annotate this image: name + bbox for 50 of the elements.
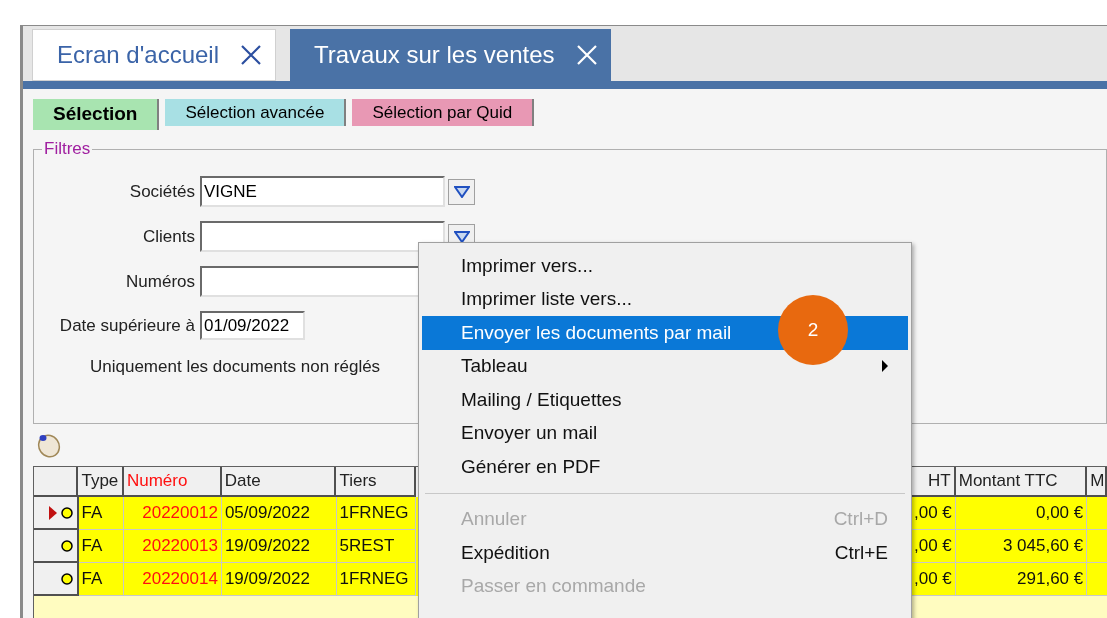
table-cell: 20220014 [124, 563, 222, 596]
mouse-icon[interactable] [35, 432, 63, 458]
row-header[interactable] [34, 497, 79, 530]
tab[interactable]: Travaux sur les ventes [290, 29, 611, 81]
shortcut-label: Ctrl+E [834, 540, 888, 565]
table-cell: 1FRNEG [336, 497, 416, 530]
field-label: Clients [142, 225, 196, 248]
table-cell: 0,00 € [955, 497, 1088, 530]
input-field[interactable] [200, 221, 445, 252]
table-cell: 3 045,60 € [955, 530, 1088, 563]
status-dot-icon [60, 539, 73, 552]
table-cell: 19/09/2022 [221, 530, 337, 563]
tab[interactable]: Sélection [33, 99, 160, 130]
triangle-down-icon [453, 230, 470, 243]
current-row-icon [48, 505, 57, 520]
dropdown-button[interactable] [448, 178, 475, 205]
shortcut-label: Ctrl+D [833, 507, 888, 531]
menu-item[interactable]: Envoyer un mail [422, 416, 908, 450]
status-dot-icon [60, 506, 73, 519]
table-cell: FA [78, 497, 125, 530]
table-cell: 291,60 € [955, 563, 1088, 596]
input-field[interactable]: 01/09/2022 [200, 311, 305, 340]
table-cell: FA [78, 563, 125, 596]
submenu-arrow-icon [882, 360, 888, 373]
option-label[interactable]: Uniquement les documents non réglés [90, 357, 381, 376]
table-cell [1087, 563, 1107, 596]
status-dot-icon [60, 572, 73, 585]
table-cell [1087, 530, 1107, 563]
table-cell: 19/09/2022 [221, 563, 337, 596]
tab[interactable]: Sélection par Quid [352, 99, 535, 126]
menu-item[interactable]: Mailing / Etiquettes [422, 383, 908, 417]
row-header[interactable] [34, 563, 79, 596]
triangle-down-icon [453, 185, 470, 198]
field-label: Sociétés [128, 180, 196, 203]
table-cell: FA [78, 530, 125, 563]
close-icon[interactable] [574, 43, 599, 67]
table-cell: 20220012 [124, 497, 222, 530]
tab[interactable]: Ecran d'accueil [32, 29, 276, 81]
field-label: Numéros [125, 270, 196, 293]
table-cell: 5REST [336, 530, 416, 563]
tab[interactable]: Sélection avancée [165, 99, 347, 126]
close-icon[interactable] [239, 43, 263, 67]
table-cell: 05/09/2022 [221, 497, 337, 530]
input-field[interactable]: VIGNE [200, 176, 445, 207]
field-label: Date supérieure à [58, 314, 196, 337]
row-header[interactable] [34, 530, 79, 563]
table-cell: 1FRNEG [336, 563, 416, 596]
table-cell [1087, 497, 1107, 530]
menu-item[interactable]: Imprimer vers... [422, 249, 908, 283]
table-cell: 20220013 [124, 530, 222, 563]
